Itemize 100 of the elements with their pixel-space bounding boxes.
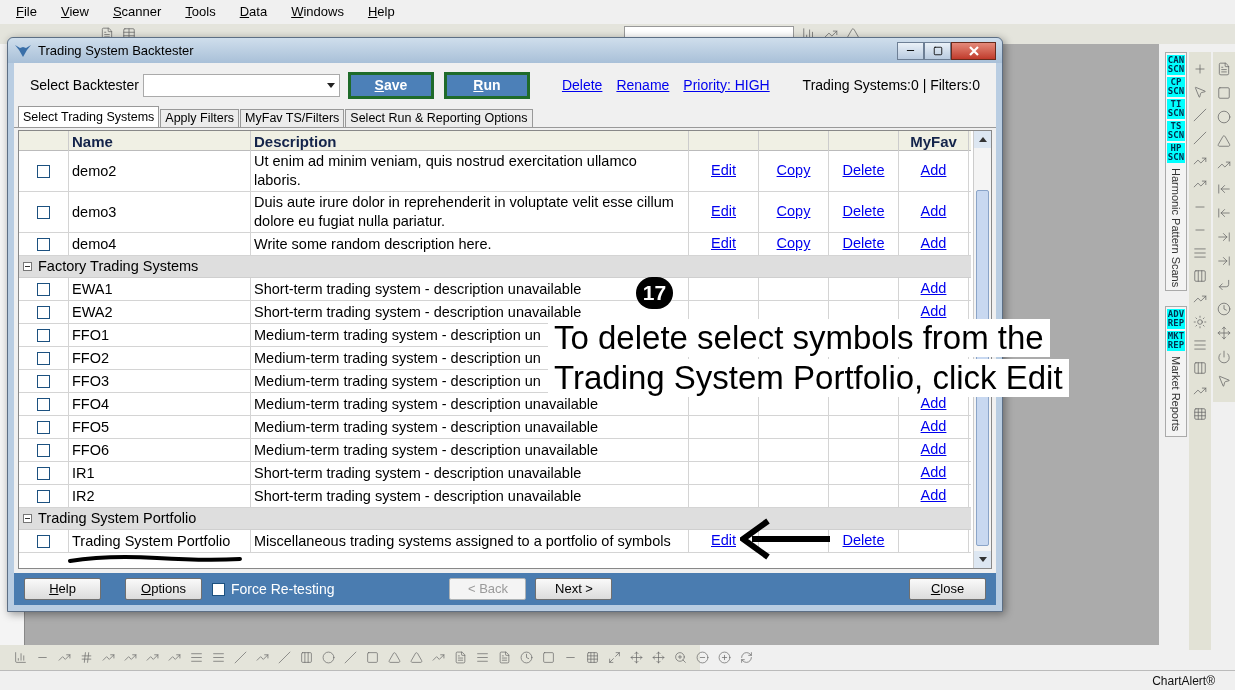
tool-icon[interactable] [1193,246,1207,260]
scan-button[interactable]: MKT REP [1167,331,1185,351]
add-favorite-link[interactable]: Add [920,233,947,255]
tool-icon[interactable] [1217,254,1231,268]
row-checkbox[interactable] [37,534,50,548]
tool-icon[interactable] [300,651,313,664]
row-checkbox[interactable] [37,374,50,388]
tool-icon[interactable] [542,651,555,664]
force-retesting-checkbox[interactable] [212,582,225,596]
close-button[interactable] [951,41,996,60]
panel-tab[interactable]: Harmonic Pattern Scans [1167,168,1185,288]
row-checkbox[interactable] [37,443,50,457]
tool-icon[interactable] [652,651,665,664]
options-button[interactable]: Options [125,578,202,600]
menu-item[interactable]: File [16,2,37,22]
menu-item[interactable]: View [60,2,89,22]
row-checkbox[interactable] [37,420,50,434]
tool-icon[interactable] [1217,110,1231,124]
tool-icon[interactable] [366,651,379,664]
row-checkbox[interactable] [37,164,50,178]
add-favorite-link[interactable]: Add [920,278,947,300]
tool-icon[interactable] [1193,85,1207,99]
tool-icon[interactable] [344,651,357,664]
scan-button[interactable]: CP SCN [1167,77,1185,97]
tool-icon[interactable] [1193,338,1207,352]
toolbar-link[interactable]: Delete [561,74,603,96]
edit-link[interactable]: Edit [711,160,736,182]
scan-button[interactable]: ADV REP [1167,309,1185,329]
tool-icon[interactable] [498,651,511,664]
tool-icon[interactable] [168,651,181,664]
minimize-button[interactable] [897,41,924,60]
tab[interactable]: Apply Filters [160,109,240,127]
menu-item[interactable]: Scanner [112,2,162,22]
tool-icon[interactable] [14,651,27,664]
tool-icon[interactable] [1193,62,1207,76]
edit-link[interactable]: Edit [711,530,736,552]
tool-icon[interactable] [520,651,533,664]
row-checkbox[interactable] [37,397,50,411]
close-dialog-button[interactable]: Close [909,578,986,600]
add-favorite-link[interactable]: Add [920,201,947,223]
tool-icon[interactable] [1217,206,1231,220]
toolbar-link[interactable]: Priority: HIGH [683,74,770,96]
tool-icon[interactable] [124,651,137,664]
tool-icon[interactable] [278,651,291,664]
edit-link[interactable]: Edit [711,201,736,223]
tool-icon[interactable] [146,651,159,664]
tool-icon[interactable] [696,651,709,664]
tab[interactable]: Select Trading Systems [18,106,160,127]
tool-icon[interactable] [388,651,401,664]
tool-icon[interactable] [1217,182,1231,196]
menu-item[interactable]: Windows [291,2,344,22]
tool-icon[interactable] [1217,62,1231,76]
menu-item[interactable]: Tools [185,2,216,22]
row-checkbox[interactable] [37,205,50,219]
row-checkbox[interactable] [37,237,50,251]
tool-icon[interactable] [102,651,115,664]
tool-icon[interactable] [1193,269,1207,283]
scan-button[interactable]: CAN SCN [1167,55,1185,75]
tool-icon[interactable] [190,651,203,664]
tool-icon[interactable] [1217,374,1231,388]
add-favorite-link[interactable]: Add [920,416,947,438]
tool-icon[interactable] [1193,131,1207,145]
tool-icon[interactable] [256,651,269,664]
tool-icon[interactable] [1217,326,1231,340]
tool-icon[interactable] [1217,86,1231,100]
tool-icon[interactable] [454,651,467,664]
scan-button[interactable]: TI SCN [1167,99,1185,119]
tool-icon[interactable] [1217,134,1231,148]
help-button[interactable]: Help [24,578,101,600]
tool-icon[interactable] [234,651,247,664]
tool-icon[interactable] [58,651,71,664]
menu-item[interactable]: Help [367,2,395,22]
tool-icon[interactable] [1217,230,1231,244]
tool-icon[interactable] [1217,350,1231,364]
menu-item[interactable]: Data [239,2,268,22]
tool-icon[interactable] [432,651,445,664]
tool-icon[interactable] [630,651,643,664]
scan-button[interactable]: TS SCN [1167,121,1185,141]
backtester-dropdown[interactable] [142,73,340,97]
tab[interactable]: MyFav TS/Filters [240,109,345,127]
row-checkbox[interactable] [37,305,50,319]
row-checkbox[interactable] [37,351,50,365]
row-checkbox[interactable] [37,328,50,342]
toolbar-link[interactable]: Rename [616,74,670,96]
delete-link[interactable]: Delete [842,160,885,182]
run-button[interactable]: Run [443,71,530,99]
tool-icon[interactable] [80,651,93,664]
tool-icon[interactable] [1217,302,1231,316]
add-favorite-link[interactable]: Add [920,160,947,182]
tool-icon[interactable] [476,651,489,664]
row-checkbox[interactable] [37,282,50,296]
tool-icon[interactable] [740,651,753,664]
tool-icon[interactable] [212,651,225,664]
delete-link[interactable]: Delete [842,233,885,255]
tool-icon[interactable] [608,651,621,664]
copy-link[interactable]: Copy [776,233,811,255]
column-header[interactable]: MyFav [910,131,957,154]
copy-link[interactable]: Copy [776,201,811,223]
add-favorite-link[interactable]: Add [920,462,947,484]
panel-tab[interactable]: Market Reports [1167,356,1185,432]
